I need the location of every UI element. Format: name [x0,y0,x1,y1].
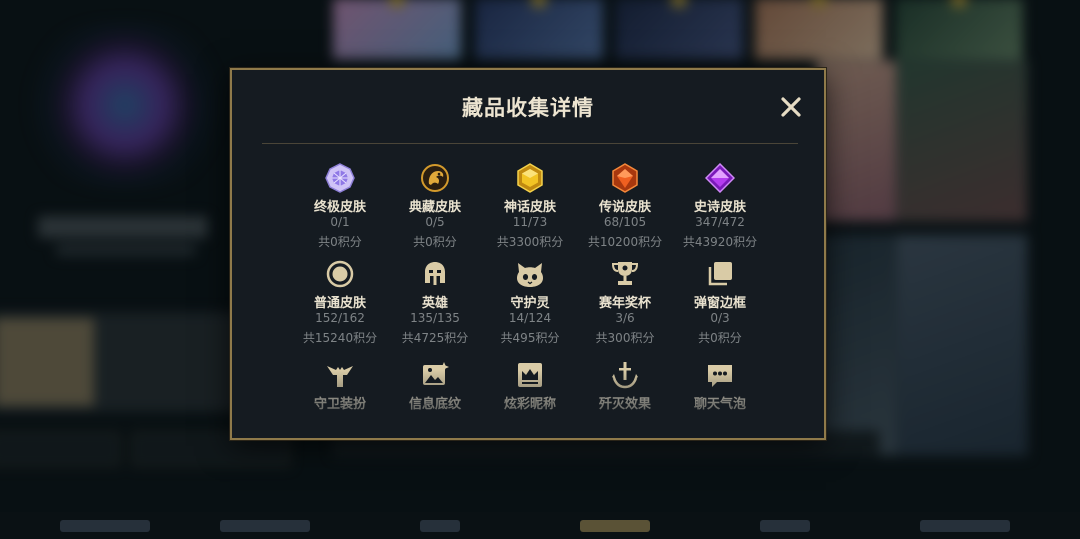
item-points: 共0积分 [413,235,457,249]
collection-details-modal: 藏品收集详情 终极皮肤 0/1 共0积分 典藏皮肤 0/5 共0积分 神话皮肤 … [230,68,826,440]
item-points: 共15240积分 [302,331,378,345]
item-count: 152/162 [315,311,365,325]
item-count: 68/105 [603,215,647,229]
item-points: 共43920积分 [682,235,758,249]
item-name: 赛年奖杯 [598,296,651,311]
item-name: 传说皮肤 [598,200,651,215]
standard-circle-icon [326,260,354,288]
item-name: 守护灵 [510,296,550,311]
item-name: 信息底纹 [408,397,461,412]
chat-bubble-icon [708,365,732,387]
item-name: 典藏皮肤 [408,200,461,215]
item-name: 史诗皮肤 [693,200,746,215]
mythic-gem-icon [517,163,543,193]
item-count: 135/135 [410,311,460,325]
item-points: 共300积分 [595,331,655,345]
collection-grid: 终极皮肤 0/1 共0积分 典藏皮肤 0/5 共0积分 神话皮肤 11/73 共… [232,70,824,438]
item-count: 347/472 [695,215,745,229]
item-count: 3/6 [615,311,635,325]
item-name: 炫彩昵称 [503,397,556,412]
banner-image-icon [423,362,449,385]
epic-gem-icon [705,163,735,193]
item-count: 0/3 [710,311,730,325]
legendary-gem-icon [612,163,638,193]
item-name: 聊天气泡 [693,397,746,412]
helmet-icon [425,262,445,285]
item-name: 终极皮肤 [313,200,366,215]
item-name: 守卫装扮 [313,397,366,412]
item-points: 共495积分 [500,331,560,345]
item-name: 神话皮肤 [503,200,556,215]
ultimate-gem-icon [325,163,355,193]
ward-icon [327,366,353,387]
item-points: 共3300积分 [496,235,564,249]
item-count: 0/5 [425,215,445,229]
item-name: 普通皮肤 [313,296,366,311]
item-name: 弹窗边框 [693,296,746,311]
crown-card-icon [518,363,542,387]
item-points: 共0积分 [698,331,742,345]
item-count: 0/1 [330,215,350,229]
sword-icon [612,362,638,389]
item-count: 11/73 [512,215,548,229]
item-points: 共10200积分 [587,235,663,249]
item-name: 歼灭效果 [598,397,651,412]
dragon-emblem-icon [421,164,449,192]
item-points: 共0积分 [318,235,362,249]
item-name: 英雄 [421,296,448,311]
frame-stack-icon [708,262,732,286]
little-legend-icon [517,263,543,287]
bottom-nav-blur [0,512,1080,539]
trophy-icon [611,262,639,285]
item-points: 共4725积分 [401,331,469,345]
item-count: 14/124 [508,311,552,325]
